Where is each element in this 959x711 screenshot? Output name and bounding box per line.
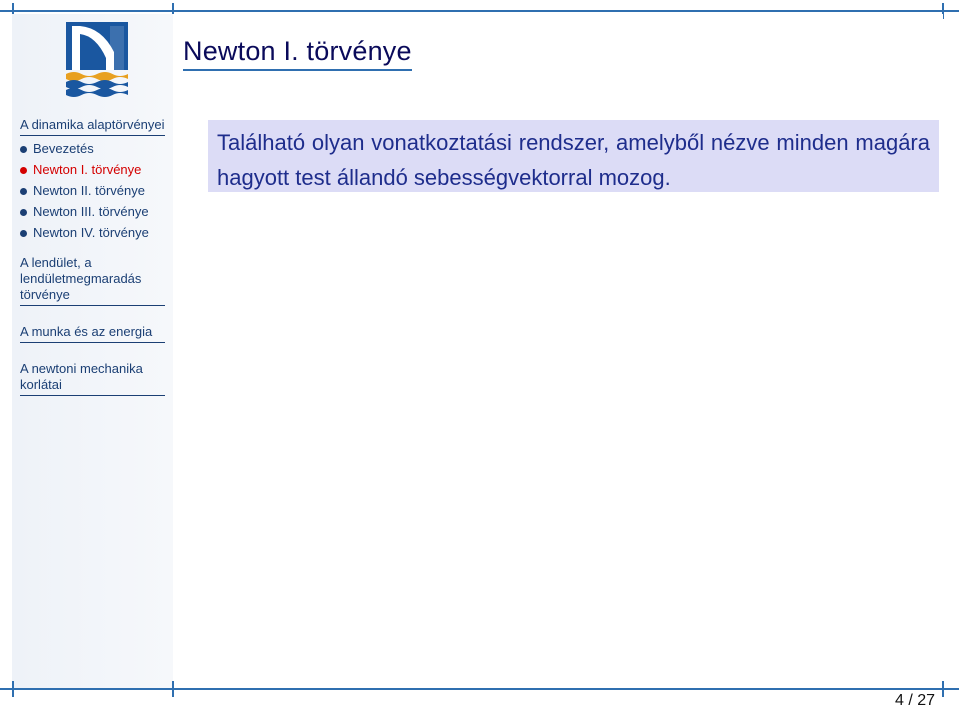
- nav-item-label: Newton II. törvénye: [33, 183, 145, 198]
- bottom-rule: [0, 688, 959, 690]
- nav-item-label: Newton III. törvénye: [33, 204, 149, 219]
- university-logo: [66, 22, 128, 97]
- nav-section-korlatai[interactable]: A newtoni mechanika korlátai: [20, 361, 165, 396]
- definition-text: Található olyan vonatkoztatási rendszer,…: [217, 130, 930, 190]
- top-rule: [0, 10, 959, 12]
- bullet-icon: [20, 187, 27, 195]
- bullet-icon: [20, 208, 27, 216]
- nav-item-label: Bevezetés: [33, 141, 94, 156]
- bottom-rule-tick: [942, 681, 944, 697]
- nav-item-label: Newton IV. törvénye: [33, 225, 149, 240]
- sidebar: A dinamika alaptörvényei Bevezetés Newto…: [12, 14, 173, 688]
- bullet-icon: [20, 229, 27, 237]
- bottom-rule-tick: [172, 681, 174, 697]
- nav-item-label: Newton I. törvénye: [33, 162, 142, 177]
- nav-section-munka[interactable]: A munka és az energia: [20, 324, 165, 343]
- nav-item-newton-1[interactable]: Newton I. törvénye: [20, 162, 165, 178]
- bottom-rule-tick: [12, 681, 14, 697]
- nav-section-dinamika[interactable]: A dinamika alaptörvényei: [20, 117, 165, 136]
- page-title: Newton I. törvénye: [183, 36, 412, 71]
- nav-item-bevezetes[interactable]: Bevezetés: [20, 141, 165, 157]
- bullet-icon: [20, 166, 27, 174]
- navigation: A dinamika alaptörvényei Bevezetés Newto…: [20, 117, 165, 400]
- nav-item-newton-3[interactable]: Newton III. törvénye: [20, 204, 165, 220]
- nav-item-newton-4[interactable]: Newton IV. törvénye: [20, 225, 165, 241]
- nav-item-newton-2[interactable]: Newton II. törvénye: [20, 183, 165, 199]
- page-number: 4 / 27: [894, 692, 935, 709]
- main-content: Newton I. törvénye Található olyan vonat…: [173, 14, 943, 688]
- definition-block: Található olyan vonatkoztatási rendszer,…: [208, 120, 939, 192]
- bullet-icon: [20, 145, 27, 153]
- nav-section-lendulet[interactable]: A lendület, a lendületmegmaradás törvény…: [20, 255, 165, 306]
